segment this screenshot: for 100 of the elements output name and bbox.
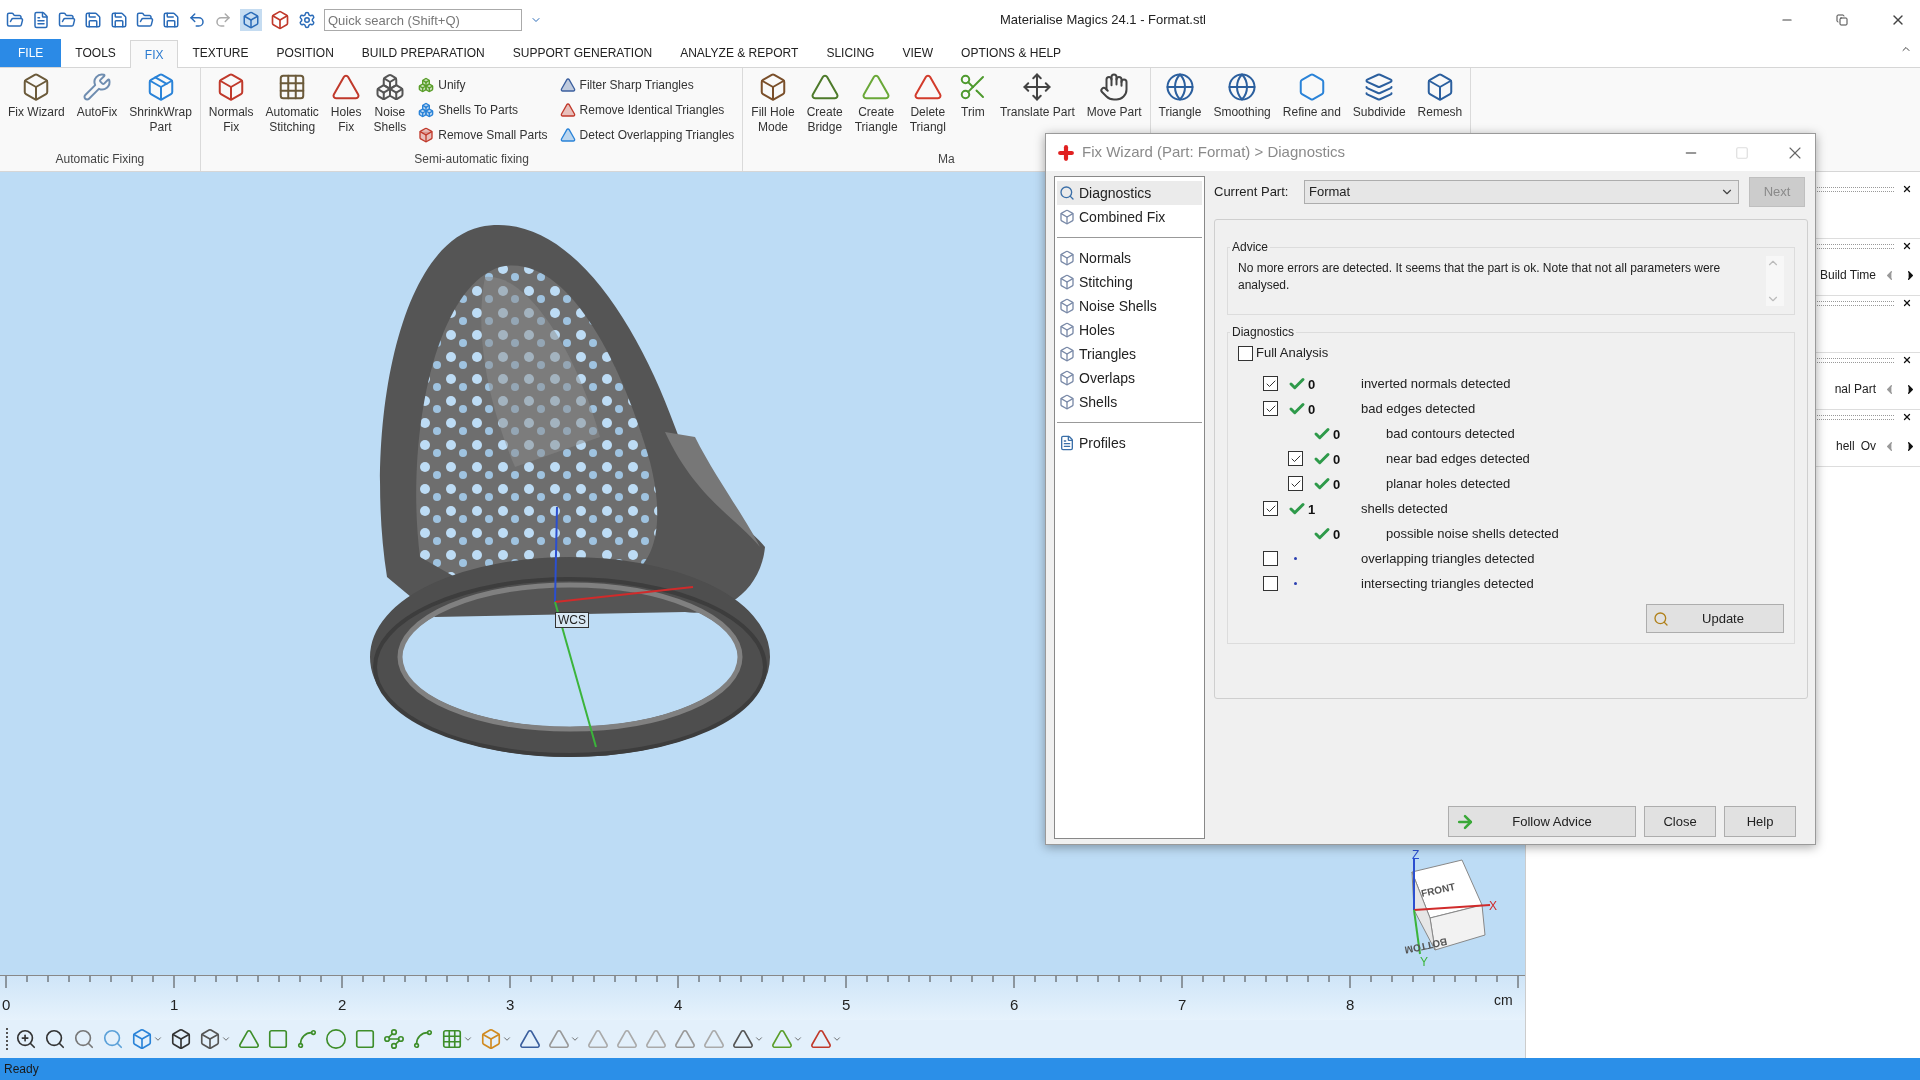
search-icon[interactable] <box>44 1028 66 1050</box>
redo-icon[interactable] <box>214 11 232 29</box>
cube-icon[interactable] <box>170 1028 192 1050</box>
ribbon-button[interactable]: Fill Hole Mode <box>747 72 799 135</box>
dialog-button[interactable]: Follow Advice <box>1448 806 1636 837</box>
cube-icon[interactable] <box>270 10 290 30</box>
nav-item[interactable]: Holes <box>1057 318 1202 342</box>
ribbon-button[interactable]: Remesh <box>1413 72 1467 120</box>
ribbon-button[interactable]: Remove Identical Triangles <box>559 99 735 120</box>
checkbox[interactable] <box>1263 576 1278 591</box>
ribbon-button[interactable]: Triangle <box>1154 72 1206 120</box>
ribbon-button[interactable]: Shells To Parts <box>418 99 548 120</box>
undo-icon[interactable] <box>188 11 206 29</box>
save-icon[interactable] <box>84 11 102 29</box>
grid-icon[interactable] <box>441 1028 463 1050</box>
search-field[interactable]: Quick search (Shift+Q) <box>324 9 522 31</box>
ribbon-button[interactable]: Unify <box>418 74 548 95</box>
checkbox[interactable] <box>1263 551 1278 566</box>
close-icon[interactable] <box>1902 412 1912 422</box>
checkbox[interactable] <box>1263 501 1278 516</box>
nav-item[interactable]: Normals <box>1057 246 1202 270</box>
ribbon-button[interactable]: Subdivide <box>1348 72 1410 120</box>
close-icon[interactable] <box>1902 355 1912 365</box>
ribbon-button[interactable]: Create Triangle <box>850 72 902 135</box>
dialog-button[interactable]: Help <box>1724 806 1796 837</box>
curve-icon[interactable] <box>296 1028 318 1050</box>
settings-icon[interactable] <box>298 11 316 29</box>
nav-item[interactable]: Diagnostics <box>1057 181 1202 205</box>
ribbon-tab[interactable]: FIX <box>129 40 179 68</box>
ribbon-button[interactable]: Delete Triangl <box>905 72 950 135</box>
nav-item[interactable]: Shells <box>1057 390 1202 414</box>
new-file-icon[interactable] <box>32 11 50 29</box>
nav-item[interactable]: Stitching <box>1057 270 1202 294</box>
part-dropdown[interactable]: Format <box>1304 180 1739 204</box>
search-icon <box>1653 610 1669 627</box>
restore-button[interactable] <box>1836 14 1848 26</box>
ribbon-button[interactable]: Filter Sharp Triangles <box>559 74 735 95</box>
ribbon-button[interactable]: Holes Fix <box>326 72 366 135</box>
folder-icon[interactable] <box>58 11 76 29</box>
checkbox[interactable] <box>1288 451 1303 466</box>
nodes-icon[interactable] <box>383 1028 405 1050</box>
checkbox[interactable] <box>1263 401 1278 416</box>
ribbon-tab[interactable]: POSITION <box>262 39 348 67</box>
ribbon-tab[interactable]: TOOLS <box>61 39 130 67</box>
save-icon[interactable] <box>110 11 128 29</box>
ribbon-button[interactable]: Refine and <box>1278 72 1345 120</box>
ribbon-tab[interactable]: BUILD PREPARATION <box>347 39 499 67</box>
ribbon-button[interactable]: Remove Small Parts <box>418 124 548 145</box>
triangle-icon[interactable] <box>810 1028 832 1050</box>
ribbon-button[interactable]: Fix Wizard <box>4 72 69 120</box>
ribbon-button[interactable]: AutoFix <box>72 72 122 120</box>
ribbon-button[interactable]: Normals Fix <box>204 72 258 135</box>
ribbon-button[interactable]: Create Bridge <box>802 72 847 135</box>
checkbox[interactable] <box>1263 376 1278 391</box>
checkbox[interactable] <box>1288 476 1303 491</box>
cube-icon[interactable] <box>199 1028 221 1050</box>
square-icon[interactable] <box>267 1028 289 1050</box>
dialog-button[interactable]: Close <box>1644 806 1716 837</box>
curve-icon[interactable] <box>412 1028 434 1050</box>
nav-item[interactable]: Noise Shells <box>1057 294 1202 318</box>
ruler-label: 6 <box>1010 996 1019 1013</box>
zoom-icon[interactable] <box>15 1028 37 1050</box>
ruler-label: 2 <box>338 996 347 1013</box>
triangle-icon[interactable] <box>771 1028 793 1050</box>
ribbon-button[interactable]: ShrinkWrap Part <box>125 72 196 135</box>
circle-icon[interactable] <box>325 1028 347 1050</box>
ribbon-button[interactable]: Trim <box>953 72 992 120</box>
ribbon-button[interactable]: Automatic Stitching <box>261 72 323 135</box>
triangle-icon[interactable] <box>732 1028 754 1050</box>
folder-icon[interactable] <box>136 11 154 29</box>
square-icon[interactable] <box>354 1028 376 1050</box>
save-icon[interactable] <box>162 11 180 29</box>
panel-text: Build Time <box>1819 267 1876 284</box>
nav-item[interactable]: Triangles <box>1057 342 1202 366</box>
nav-item[interactable]: Combined Fix <box>1057 205 1202 229</box>
close-icon[interactable] <box>1902 241 1912 251</box>
ribbon-tab[interactable]: VIEW <box>888 39 948 67</box>
triangle-icon[interactable] <box>519 1028 541 1050</box>
ribbon-tab[interactable]: OPTIONS & HELP <box>947 39 1076 67</box>
nav-item[interactable]: Profiles <box>1057 431 1202 455</box>
checkbox[interactable] <box>1238 345 1253 361</box>
ribbon-button[interactable]: Smoothing <box>1209 72 1275 120</box>
triangle-icon <box>809 72 840 102</box>
ribbon-button[interactable]: Noise Shells <box>369 72 411 135</box>
ribbon-button[interactable]: Translate Part <box>995 72 1079 120</box>
update-button[interactable]: Update <box>1646 604 1784 633</box>
triangle-icon[interactable] <box>238 1028 260 1050</box>
nav-item[interactable]: Overlaps <box>1057 366 1202 390</box>
diagnostic-label: bad edges detected <box>1361 399 1476 418</box>
ribbon-tab[interactable]: FILE <box>0 39 62 67</box>
field-label: Current Part: <box>1214 183 1290 202</box>
ribbon-button[interactable]: Detect Overlapping Triangles <box>559 124 735 145</box>
ribbon-tab[interactable]: TEXTURE <box>178 39 263 67</box>
close-icon[interactable] <box>1902 184 1912 194</box>
ribbon-button[interactable]: Move Part <box>1082 72 1146 120</box>
cube-icon <box>1059 370 1075 386</box>
ribbon-tab[interactable]: ANALYZE & REPORT <box>666 39 813 67</box>
ribbon-tab[interactable]: SUPPORT GENERATION <box>498 39 667 67</box>
ribbon-tab[interactable]: SLICING <box>812 39 889 67</box>
close-icon[interactable] <box>1902 298 1912 308</box>
